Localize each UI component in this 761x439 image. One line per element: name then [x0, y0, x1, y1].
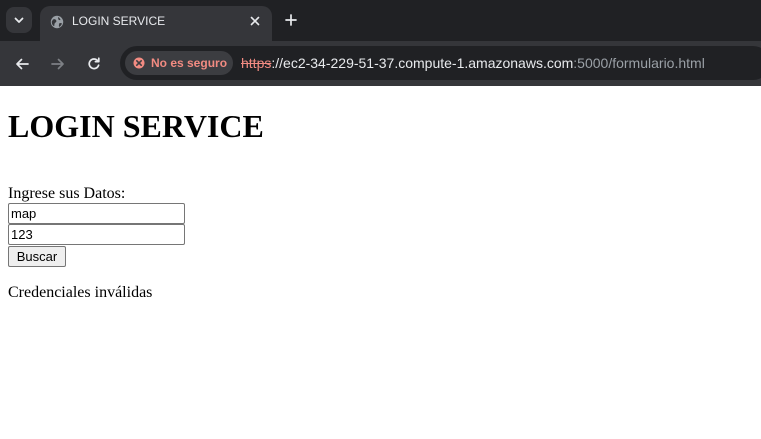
globe-icon — [49, 14, 65, 30]
chevron-down-icon — [14, 17, 24, 23]
url-scheme: https — [241, 55, 272, 71]
plus-icon — [285, 14, 297, 26]
reload-button[interactable] — [82, 52, 106, 76]
error-message: Credenciales inválidas — [8, 284, 153, 301]
back-arrow-icon — [16, 58, 29, 70]
security-label: No es seguro — [151, 56, 228, 70]
page-content: LOGIN SERVICE Ingrese sus Datos: Buscar … — [0, 86, 761, 439]
not-secure-icon — [133, 57, 145, 69]
tab-search-button[interactable] — [6, 7, 32, 33]
form-label: Ingrese sus Datos: — [8, 185, 126, 202]
url-text[interactable]: https://ec2-34-229-51-37.compute-1.amazo… — [241, 55, 705, 71]
forward-button[interactable] — [46, 52, 70, 76]
page-title: LOGIN SERVICE — [8, 108, 264, 144]
tab-title: LOGIN SERVICE — [72, 14, 166, 28]
password-input[interactable] — [8, 224, 185, 245]
url-host: ://ec2-34-229-51-37.compute-1.amazonaws.… — [271, 55, 574, 71]
browser-toolbar: No es seguro https://ec2-34-229-51-37.co… — [0, 41, 761, 86]
username-input[interactable] — [8, 203, 185, 224]
forward-arrow-icon — [51, 58, 64, 70]
new-tab-button[interactable] — [280, 9, 302, 31]
submit-button[interactable]: Buscar — [8, 246, 66, 267]
back-button[interactable] — [10, 52, 34, 76]
url-path: :5000/formulario.html — [573, 55, 705, 71]
security-chip[interactable]: No es seguro — [125, 51, 233, 75]
tab-strip: LOGIN SERVICE — [0, 0, 761, 41]
active-tab[interactable]: LOGIN SERVICE — [40, 6, 272, 41]
close-icon[interactable] — [246, 12, 264, 30]
reload-icon — [88, 57, 100, 70]
address-bar[interactable]: No es seguro https://ec2-34-229-51-37.co… — [120, 46, 761, 80]
